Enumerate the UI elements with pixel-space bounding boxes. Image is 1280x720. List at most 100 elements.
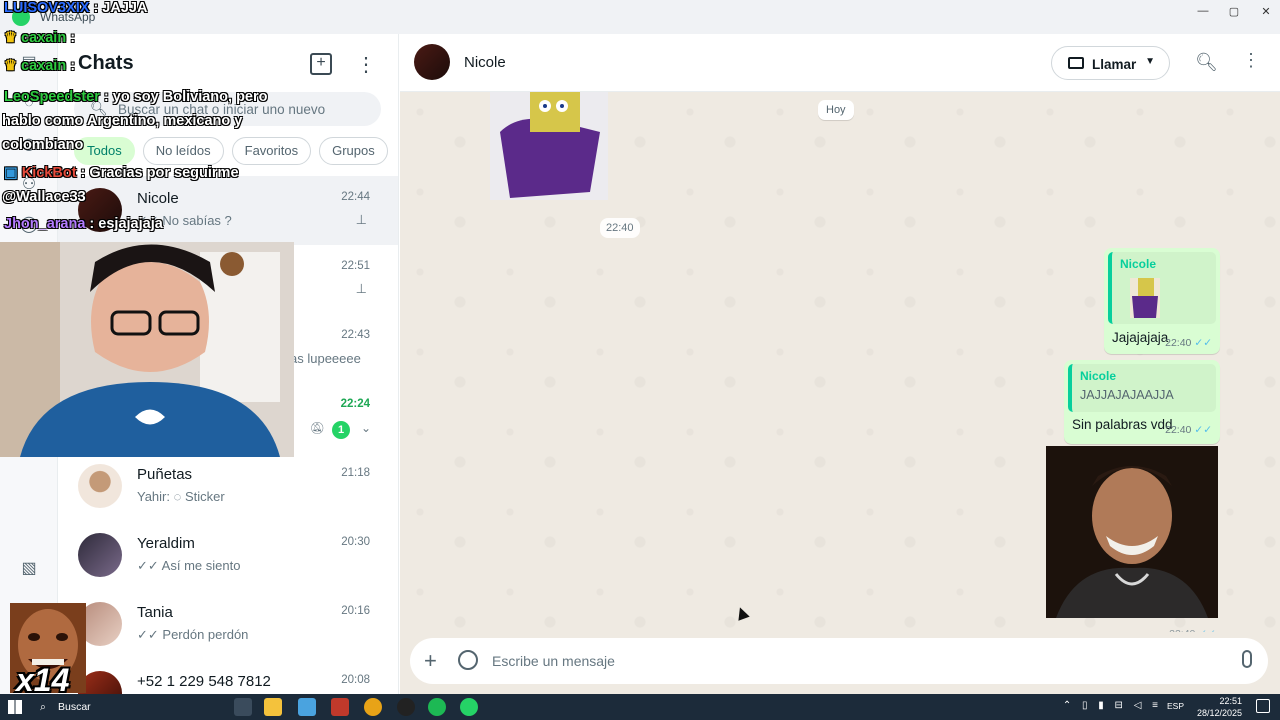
title-bar: WhatsApp — ▢ ✕ xyxy=(0,0,1280,34)
contact-name[interactable]: Nicole xyxy=(464,54,506,71)
search-icon: ⌕ xyxy=(40,701,46,713)
chat-row-punetas[interactable]: Puñetas 21:18 Yahir: ◌ Sticker xyxy=(58,452,398,521)
image-message[interactable] xyxy=(1046,446,1218,618)
whatsapp-logo-icon xyxy=(12,8,30,26)
chat-list-title: Chats xyxy=(78,52,134,74)
attach-icon[interactable]: + xyxy=(424,648,437,674)
chat-preview: ✓✓ Perdón perdón xyxy=(137,627,249,642)
minimize-icon[interactable]: — xyxy=(1186,0,1220,22)
chat-row-tania[interactable]: Tania 20:16 ✓✓ Perdón perdón xyxy=(58,590,398,659)
message-bubble[interactable]: Nicole Jajajajaja 22:40 ✓✓ xyxy=(1104,248,1220,354)
chat-row-phone[interactable]: +52 1 229 548 7812 20:08 xyxy=(58,659,398,694)
message-time: 22:40 xyxy=(1165,424,1192,436)
chat-row-yeraldim[interactable]: Yeraldim 20:30 ✓✓ Así me siento xyxy=(58,521,398,590)
notifications-icon[interactable] xyxy=(1256,699,1270,713)
chat-name: Puñetas xyxy=(137,466,193,483)
app-icon[interactable] xyxy=(331,698,349,716)
language-indicator[interactable]: ESP xyxy=(1167,701,1184,711)
composer-field: + xyxy=(410,638,1268,684)
microphone-icon[interactable] xyxy=(1242,650,1252,668)
media-icon[interactable]: ▧ xyxy=(18,558,40,580)
chat-name: Tania xyxy=(137,604,173,621)
search-input[interactable] xyxy=(118,98,368,120)
system-tray[interactable]: ⌃ ▯ ▮ ⊟ ◁ ≡ xyxy=(1063,700,1162,711)
message-input[interactable] xyxy=(492,650,1192,672)
sticker-time: 22:40 xyxy=(600,218,640,238)
message-meta: 22:40 ✓✓ xyxy=(1165,337,1212,349)
chats-icon[interactable]: ▤ xyxy=(18,52,40,74)
chat-name: Nicole xyxy=(137,190,179,207)
chat-time: 22:44 xyxy=(341,191,370,203)
channels-icon[interactable]: ◎ xyxy=(18,134,40,156)
whatsapp-taskbar-icon[interactable] xyxy=(460,698,478,716)
chat-preview: as lupeeeee xyxy=(290,351,361,366)
chevron-down-icon[interactable]: ⌄ xyxy=(361,421,371,435)
new-chat-icon[interactable]: + xyxy=(310,53,332,75)
chat-time: 22:51 xyxy=(341,260,370,272)
conversation-header[interactable]: Nicole Llamar ▼ 🔍︎ ⋮ xyxy=(400,34,1280,92)
chat-time: 20:30 xyxy=(341,536,370,548)
chevron-down-icon: ▼ xyxy=(1145,56,1155,67)
read-receipt-icon: ✓✓ xyxy=(1194,424,1212,436)
quoted-text: JAJJAJAJAAJJA xyxy=(1080,388,1174,402)
spotify-icon[interactable] xyxy=(428,698,446,716)
windows-start-icon[interactable] xyxy=(8,700,22,714)
chat-time: 20:16 xyxy=(341,605,370,617)
conversation-panel: Nicole Llamar ▼ 🔍︎ ⋮ Hoy 22:40 Nicole Ja… xyxy=(400,34,1280,694)
day-separator: Hoy xyxy=(818,100,854,120)
menu-icon[interactable]: ⋮ xyxy=(356,52,376,77)
read-receipt-icon: ✓✓ xyxy=(1194,337,1212,349)
filter-unread[interactable]: No leídos xyxy=(142,137,224,165)
close-icon[interactable]: ✕ xyxy=(1249,0,1280,22)
taskbar-search[interactable]: ⌕ Buscar xyxy=(34,697,224,717)
unread-badge: 1 xyxy=(332,421,350,439)
message-composer: + xyxy=(400,632,1280,694)
search-icon[interactable]: 🔍︎ xyxy=(1195,52,1218,73)
call-button[interactable]: Llamar ▼ xyxy=(1051,46,1170,80)
chat-preview: Yahir: ◌ Sticker xyxy=(137,489,225,504)
avatar xyxy=(78,464,122,508)
chat-preview: ✓✓ No sabías ? xyxy=(137,213,232,228)
pin-icon: ⊥ xyxy=(355,212,367,227)
avatar xyxy=(78,188,122,232)
chrome-icon[interactable] xyxy=(364,698,382,716)
search-box: 🔍︎ xyxy=(74,92,381,126)
pin-icon: ⊥ xyxy=(355,281,367,296)
notepad-icon[interactable] xyxy=(298,698,316,716)
search-icon: 🔍︎ xyxy=(90,100,108,116)
filter-all[interactable]: Todos xyxy=(74,137,135,165)
emoji-icon[interactable] xyxy=(458,650,478,670)
sticker-image xyxy=(490,92,608,200)
chat-name: Yeraldim xyxy=(137,535,195,552)
quoted-message[interactable]: Nicole xyxy=(1108,252,1216,324)
status-icon[interactable]: ◌ xyxy=(18,94,40,116)
filter-chips: Todos No leídos Favoritos Grupos xyxy=(74,137,388,165)
task-view-icon[interactable] xyxy=(234,698,252,716)
chat-preview: ✓✓ Así me siento xyxy=(137,558,241,573)
menu-icon[interactable]: ⋮ xyxy=(1242,50,1260,71)
chat-time: 21:18 xyxy=(341,467,370,479)
chat-time: 22:24 xyxy=(340,398,370,410)
file-explorer-icon[interactable] xyxy=(264,698,282,716)
obs-icon[interactable] xyxy=(397,698,415,716)
meta-ai-icon[interactable]: ◯ xyxy=(18,214,40,236)
communities-icon[interactable]: ⚇ xyxy=(18,174,40,196)
muted-icon: 🔕︎ xyxy=(309,421,325,435)
quoted-author: Nicole xyxy=(1120,257,1157,271)
clock[interactable]: 22:51 28/12/2025 xyxy=(1197,695,1242,719)
message-text: Jajajajaja xyxy=(1112,330,1169,345)
message-meta: 22:40 ✓✓ xyxy=(1165,424,1212,436)
filter-favorites[interactable]: Favoritos xyxy=(231,137,312,165)
quoted-message[interactable]: Nicole JAJJAJAJAAJJA xyxy=(1068,364,1216,412)
chat-time: 22:43 xyxy=(341,329,370,341)
message-bubble[interactable]: Nicole JAJJAJAJAAJJA Sin palabras vdd 22… xyxy=(1064,360,1220,444)
contact-avatar[interactable] xyxy=(414,44,450,80)
message-area: Hoy 22:40 Nicole Jajajajaja 22:40 ✓✓ Nico… xyxy=(400,92,1280,678)
clock-time: 22:51 xyxy=(1219,696,1242,706)
filter-groups[interactable]: Grupos xyxy=(319,137,388,165)
maximize-icon[interactable]: ▢ xyxy=(1217,0,1251,22)
taskbar: ⌕ Buscar ⌃ ▯ ▮ ⊟ ◁ ≡ ESP 22:51 28/12/2025 xyxy=(0,694,1280,720)
avatar xyxy=(78,533,122,577)
chat-row-nicole[interactable]: Nicole 22:44 ✓✓ No sabías ? ⊥ xyxy=(58,176,398,245)
message-text: Sin palabras vdd xyxy=(1072,417,1173,432)
